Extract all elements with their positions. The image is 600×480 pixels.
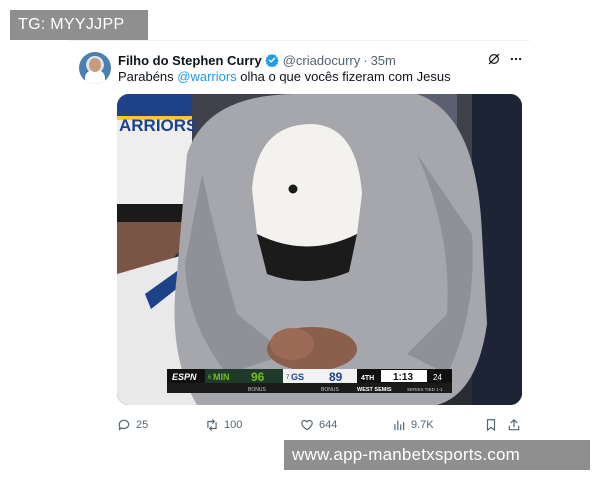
- scorebug: ESPN 6 MIN 96 7 GS 89 4TH 1:13 24 BONUS …: [167, 369, 452, 393]
- cap-text: AVR: [297, 237, 314, 246]
- scorebug-bonus-left: BONUS: [248, 387, 266, 393]
- tweet-media-photo[interactable]: ARRIORS AVR ESPN 6 MIN 96 7 GS 89 4TH 1:…: [117, 94, 522, 405]
- scorebug-bonus-right: BONUS: [321, 387, 339, 393]
- watermark-top: TG: MYYJJPP: [10, 10, 148, 40]
- bookmark-button[interactable]: [484, 416, 503, 434]
- tweet-text-after: olha o que vocês fizeram com Jesus: [236, 69, 451, 84]
- scorebug-shot-clock: 24: [433, 373, 442, 382]
- scorebug-clock: 1:13: [393, 372, 413, 383]
- tweet-header: Filho do Stephen Curry @criadocurry · 35…: [118, 52, 396, 68]
- retweet-icon: [207, 419, 217, 431]
- tweet-text-before: Parabéns: [118, 69, 178, 84]
- like-count: 644: [319, 419, 338, 431]
- views-count: 9.7K: [411, 419, 434, 431]
- scorebug-score2: 89: [329, 370, 343, 384]
- tweet-top-divider: [68, 40, 530, 41]
- scorebug-network: ESPN: [172, 372, 197, 382]
- scorebug-period: 4TH: [361, 375, 374, 382]
- display-name[interactable]: Filho do Stephen Curry: [118, 53, 262, 68]
- share-icon: [508, 419, 520, 431]
- scorebug-series-status: SERIES TIED 1-1: [407, 387, 443, 392]
- bookmark-icon: [486, 419, 496, 431]
- avatar[interactable]: [79, 52, 111, 84]
- like-button[interactable]: 644: [300, 416, 337, 434]
- tweet-text: Parabéns @warriors olha o que vocês fize…: [118, 69, 451, 84]
- heart-icon: [301, 419, 313, 431]
- watermark-bottom: www.app-manbetxsports.com: [284, 440, 590, 470]
- scorebug-team1: MIN: [213, 372, 230, 382]
- scorebug-team2: GS: [291, 372, 304, 382]
- handle[interactable]: @criadocurry: [283, 53, 361, 68]
- share-button[interactable]: [507, 416, 526, 434]
- photo-scene: ARRIORS AVR ESPN 6 MIN 96 7 GS 89 4TH 1:…: [117, 94, 522, 405]
- separator-dot: ·: [363, 52, 368, 68]
- jersey-text: ARRIORS: [119, 116, 197, 135]
- tweet-actions: 25 100 644 9.7K: [117, 416, 522, 434]
- mention-link[interactable]: @warriors: [177, 69, 236, 84]
- retweet-count: 100: [224, 419, 243, 431]
- views-button[interactable]: 9.7K: [392, 416, 434, 434]
- verified-badge-icon: [265, 53, 279, 67]
- timestamp[interactable]: 35m: [371, 53, 396, 68]
- retweet-button[interactable]: 100: [205, 416, 242, 434]
- reply-count: 25: [136, 419, 149, 431]
- reply-button[interactable]: 25: [117, 416, 148, 434]
- more-icon[interactable]: [508, 52, 524, 66]
- grok-icon[interactable]: [487, 52, 501, 66]
- scorebug-series-label: WEST SEMIS: [357, 387, 392, 393]
- reply-icon: [118, 419, 130, 431]
- scorebug-score1: 96: [251, 370, 265, 384]
- views-icon: [394, 420, 405, 431]
